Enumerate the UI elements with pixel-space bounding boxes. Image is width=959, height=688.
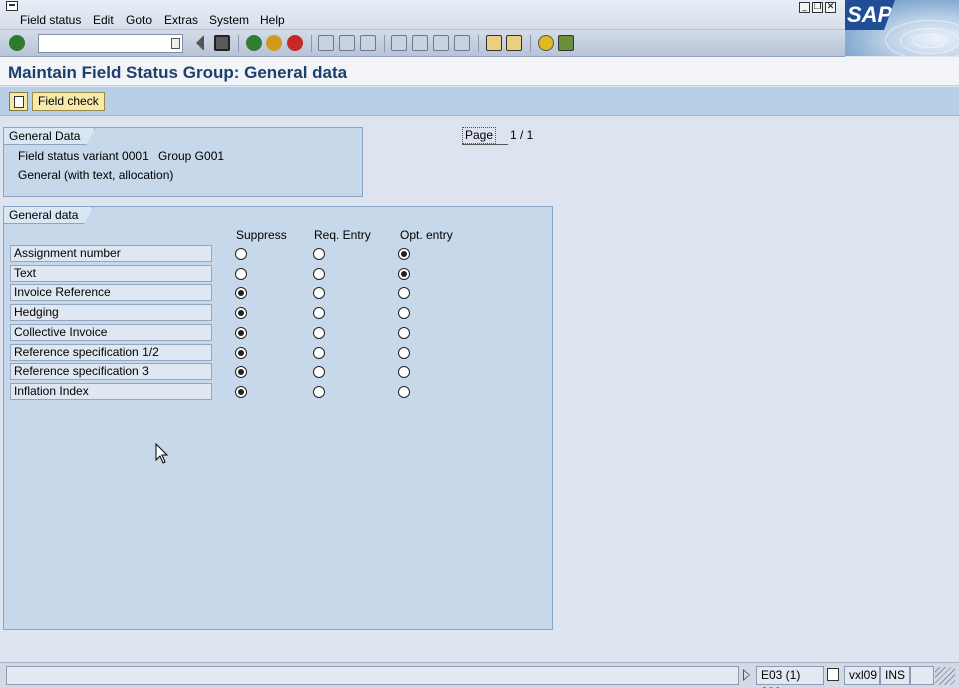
find-next-icon[interactable] <box>360 35 376 51</box>
document-icon[interactable] <box>9 92 28 111</box>
close-icon[interactable]: ✕ <box>825 2 836 13</box>
save-icon[interactable] <box>214 35 230 51</box>
radio-opt-entry[interactable] <box>398 366 410 379</box>
menu-bar: Field status Edit Goto Extras System Hel… <box>0 0 959 30</box>
field-check-button[interactable]: Field check <box>32 92 105 111</box>
radio-opt-entry[interactable] <box>398 326 410 339</box>
radio-suppress[interactable] <box>235 267 247 280</box>
sap-logo-text: SAP <box>845 0 895 30</box>
radio-req-entry[interactable] <box>313 248 325 260</box>
application-toolbar: Field check <box>0 87 959 116</box>
radio-req-entry[interactable] <box>313 307 325 320</box>
radio-suppress[interactable] <box>235 326 247 339</box>
radio-opt-entry[interactable] <box>398 385 410 398</box>
first-page-icon[interactable] <box>391 35 407 51</box>
status-expand-icon[interactable] <box>743 669 750 681</box>
menu-system[interactable]: System <box>209 13 249 27</box>
radio-opt-entry[interactable] <box>398 287 410 300</box>
menu-edit[interactable]: Edit <box>93 13 114 27</box>
sap-logo: SAP <box>845 0 959 56</box>
radio-req-entry[interactable] <box>313 326 325 339</box>
radio-opt-entry[interactable] <box>398 307 410 320</box>
radio-suppress[interactable] <box>235 346 247 359</box>
column-header-req-entry: Req. Entry <box>314 228 371 242</box>
find-icon[interactable] <box>339 35 355 51</box>
system-info: E03 (1) 800 <box>756 666 824 688</box>
field-label: Reference specification 3 <box>10 363 212 381</box>
general-data-box: General Data Field status variant 0001 G… <box>3 127 363 197</box>
mouse-cursor-icon <box>155 443 169 464</box>
radio-req-entry[interactable] <box>313 287 325 300</box>
insert-mode[interactable]: INS <box>880 666 910 685</box>
server-name: vxl09 <box>844 666 880 685</box>
radio-req-entry[interactable] <box>313 385 325 398</box>
exit-icon[interactable] <box>266 35 282 51</box>
command-history-icon[interactable] <box>171 38 180 49</box>
system-menu-icon[interactable] <box>6 1 18 11</box>
cancel-icon[interactable] <box>287 35 303 51</box>
next-page-icon[interactable] <box>433 35 449 51</box>
session-list-icon[interactable] <box>827 668 839 681</box>
column-header-suppress: Suppress <box>236 228 287 242</box>
field-status-variant: Field status variant 0001 <box>18 149 149 163</box>
title-bar: Maintain Field Status Group: General dat… <box>0 57 959 86</box>
menu-extras[interactable]: Extras <box>164 13 198 27</box>
back-icon[interactable] <box>196 35 204 51</box>
layout-menu-icon[interactable] <box>558 35 574 51</box>
field-label: Hedging <box>10 304 212 322</box>
radio-req-entry[interactable] <box>313 267 325 280</box>
status-bar: E03 (1) 800 vxl09 INS <box>0 662 959 688</box>
column-header-opt-entry: Opt. entry <box>400 228 453 242</box>
restore-icon[interactable]: ❐ <box>812 2 823 13</box>
back-nav-icon[interactable] <box>246 35 262 51</box>
field-label: Text <box>10 264 212 282</box>
new-session-icon[interactable] <box>486 35 502 51</box>
radio-opt-entry[interactable] <box>398 267 410 280</box>
field-label: Collective Invoice <box>10 323 212 341</box>
standard-toolbar <box>0 30 845 57</box>
menu-help[interactable]: Help <box>260 13 285 27</box>
page-title: Maintain Field Status Group: General dat… <box>8 63 348 82</box>
field-label: Invoice Reference <box>10 284 212 302</box>
radio-req-entry[interactable] <box>313 346 325 359</box>
field-label: Inflation Index <box>10 382 212 400</box>
command-input[interactable] <box>39 35 167 52</box>
page-number: 1 / 1 <box>510 128 534 142</box>
radio-suppress[interactable] <box>235 307 247 320</box>
field-label: Assignment number <box>10 245 212 262</box>
menu-goto[interactable]: Goto <box>126 13 152 27</box>
group-title: General Data <box>4 128 95 145</box>
radio-opt-entry[interactable] <box>398 248 410 260</box>
shortcut-icon[interactable] <box>506 35 522 51</box>
minimize-icon[interactable]: _ <box>799 2 810 13</box>
print-icon[interactable] <box>318 35 334 51</box>
radio-suppress[interactable] <box>235 287 247 300</box>
field-label: Reference specification 1/2 <box>10 343 212 361</box>
radio-suppress[interactable] <box>235 366 247 379</box>
previous-page-icon[interactable] <box>412 35 428 51</box>
command-field[interactable] <box>38 34 183 53</box>
page-label: Page <box>462 127 497 144</box>
radio-opt-entry[interactable] <box>398 346 410 359</box>
radio-suppress[interactable] <box>235 248 247 260</box>
last-page-icon[interactable] <box>454 35 470 51</box>
radio-req-entry[interactable] <box>313 366 325 379</box>
general-data-fields-box: General data Suppress Req. Entry Opt. en… <box>3 206 553 630</box>
group-description: General (with text, allocation) <box>18 168 174 182</box>
enter-icon[interactable] <box>9 35 25 51</box>
status-message-area <box>6 666 739 685</box>
group-id: Group G001 <box>158 149 225 163</box>
radio-suppress[interactable] <box>235 385 247 398</box>
help-icon[interactable] <box>538 35 554 51</box>
menu-field-status[interactable]: Field status <box>20 13 81 27</box>
group-title: General data <box>4 207 93 224</box>
resize-grip-icon[interactable] <box>935 667 955 685</box>
